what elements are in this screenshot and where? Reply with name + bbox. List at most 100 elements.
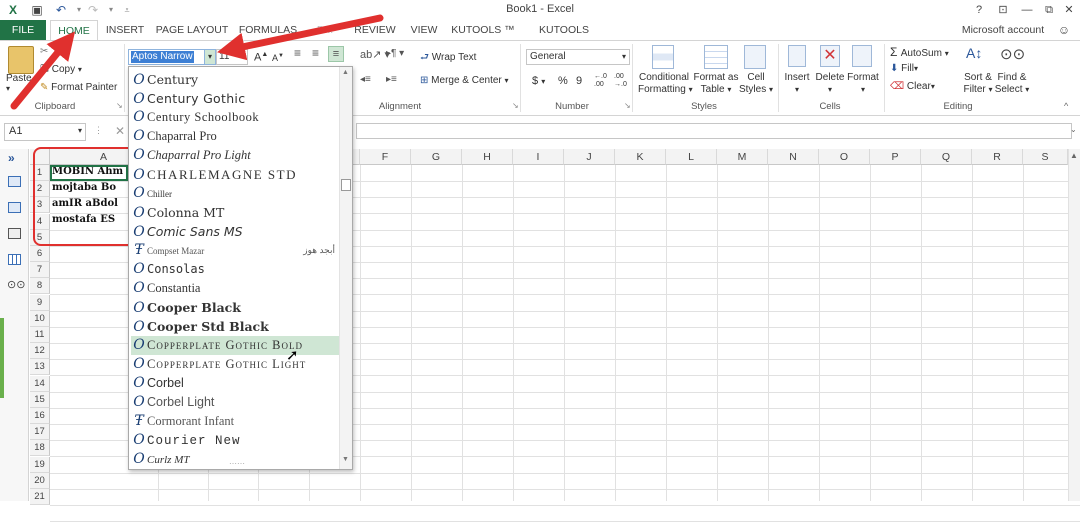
column-header-r[interactable]: R: [972, 149, 1023, 165]
tab-formulas[interactable]: FORMULAS: [238, 20, 298, 40]
sort-filter-button[interactable]: Sort & Filter ▾: [960, 72, 996, 96]
collapse-ribbon-icon[interactable]: ^: [1064, 101, 1068, 111]
help-button[interactable]: ?: [968, 2, 990, 18]
autotext-icon[interactable]: [8, 202, 21, 213]
font-option[interactable]: O Chaparral Pro: [131, 127, 339, 146]
column-header-s[interactable]: S: [1023, 149, 1068, 165]
number-format-combobox[interactable]: General ▾: [526, 49, 630, 65]
column-header-n[interactable]: N: [768, 149, 819, 165]
font-option[interactable]: Ŧ Compset Mazar أبجد هوز: [131, 241, 339, 260]
font-option[interactable]: O Corbel Light: [131, 393, 339, 412]
format-painter-button[interactable]: ✎ Format Painter: [40, 82, 117, 93]
resize-grip-icon[interactable]: ⋯⋯: [229, 459, 245, 468]
user-avatar-icon[interactable]: ☺: [1052, 20, 1076, 40]
cut-button[interactable]: ✂: [40, 46, 48, 57]
align-top-icon[interactable]: ≡: [294, 46, 301, 60]
font-name-input[interactable]: Aptos Narrow: [131, 51, 194, 63]
sheet-vertical-scrollbar[interactable]: [1068, 149, 1080, 501]
clear-button[interactable]: ⌫ Clear▾: [890, 81, 935, 92]
row-header-19[interactable]: 19: [30, 456, 50, 473]
font-size-input[interactable]: 11: [219, 51, 229, 62]
decrease-decimal-button[interactable]: .00 →.0: [614, 73, 630, 89]
column-header-o[interactable]: O: [819, 149, 870, 165]
font-name-dropdown-icon[interactable]: ▾: [204, 49, 216, 65]
column-header-l[interactable]: L: [666, 149, 717, 165]
font-option[interactable]: O Colonna MT: [131, 203, 339, 222]
increase-indent-icon[interactable]: ▸≡: [386, 74, 397, 85]
paste-dropdown-icon[interactable]: ▾: [6, 84, 10, 93]
font-list-scrollbar[interactable]: ▲ ▼: [339, 67, 352, 469]
row-header-16[interactable]: 16: [30, 408, 50, 424]
row-header-18[interactable]: 18: [30, 440, 50, 457]
minimize-icon[interactable]: —: [1016, 2, 1038, 18]
paste-button[interactable]: Paste: [6, 73, 32, 84]
shrink-font-button[interactable]: A▼: [272, 53, 284, 63]
text-direction-icon[interactable]: ▸¶ ▾: [386, 48, 404, 59]
name-box-dropdown-icon[interactable]: ▾: [78, 126, 82, 135]
conditional-formatting-button[interactable]: Conditional Formatting ▾: [638, 72, 693, 96]
decrease-indent-icon[interactable]: ◂≡: [360, 74, 371, 85]
fill-button[interactable]: ⬇ Fill▾: [890, 63, 918, 74]
alignment-launcher-icon[interactable]: ↘: [512, 101, 519, 110]
font-option[interactable]: Ŧ Cormorant Infant: [131, 412, 339, 431]
tab-kutools-plus[interactable]: KUTOOLS PLUS: [524, 20, 604, 56]
column-header-f[interactable]: F: [360, 149, 411, 165]
tab-kutools[interactable]: KUTOOLS ™: [450, 20, 516, 40]
tab-data[interactable]: D...: [304, 20, 346, 40]
close-icon[interactable]: ✕: [1058, 2, 1080, 18]
column-header-i[interactable]: I: [513, 149, 564, 165]
row-header-20[interactable]: 20: [30, 472, 50, 489]
column-header-q[interactable]: Q: [921, 149, 972, 165]
font-list-scroll-thumb[interactable]: [341, 179, 351, 191]
column-list-icon[interactable]: [8, 254, 21, 265]
column-header-j[interactable]: J: [564, 149, 615, 165]
align-bottom-icon[interactable]: ≡: [328, 46, 344, 62]
row-header-14[interactable]: 14: [30, 375, 50, 392]
tab-review[interactable]: REVIEW: [352, 20, 398, 40]
column-header-p[interactable]: P: [870, 149, 921, 165]
row-header-8[interactable]: 8: [30, 278, 50, 295]
account-name[interactable]: Microsoft account: [956, 20, 1050, 40]
name-manager-icon[interactable]: [8, 228, 21, 239]
cancel-entry-icon[interactable]: ✕: [110, 123, 130, 139]
column-header-g[interactable]: G: [411, 149, 462, 165]
font-list-scroll-up-icon[interactable]: ▲: [342, 69, 349, 76]
number-launcher-icon[interactable]: ↘: [624, 101, 631, 110]
font-option[interactable]: O Cooper Std Black: [131, 317, 339, 336]
tab-insert[interactable]: INSERT: [104, 20, 146, 40]
clipboard-launcher-icon[interactable]: ↘: [116, 101, 123, 110]
column-header-m[interactable]: M: [717, 149, 768, 165]
font-option[interactable]: O Comic Sans MS: [131, 222, 339, 241]
font-option[interactable]: O Copperplate Gothic Bold: [131, 336, 339, 355]
pane-resize-handle[interactable]: [0, 318, 4, 398]
row-header-21[interactable]: 21: [30, 489, 50, 505]
merge-center-button[interactable]: ⊞ Merge & Center ▾: [420, 75, 509, 86]
wrap-text-button[interactable]: ⮐ Wrap Text: [420, 50, 476, 67]
row-header-7[interactable]: 7: [30, 262, 50, 279]
font-name-combobox[interactable]: Aptos Narrow: [128, 49, 214, 65]
increase-decimal-button[interactable]: ←.0 .00: [594, 73, 610, 89]
align-middle-icon[interactable]: ≡: [312, 46, 319, 60]
font-size-combobox[interactable]: 11 ▾: [216, 49, 248, 65]
expand-formula-bar-icon[interactable]: ⌄: [1070, 125, 1077, 134]
paste-icon[interactable]: [8, 46, 34, 74]
font-option[interactable]: O Constantia: [131, 279, 339, 298]
tab-file[interactable]: FILE: [0, 20, 46, 40]
font-option[interactable]: O Consolas: [131, 260, 339, 279]
grow-font-button[interactable]: A▲: [254, 51, 268, 64]
row-header-11[interactable]: 11: [30, 327, 50, 343]
workbook-sheets-icon[interactable]: [8, 176, 21, 187]
format-as-table-button[interactable]: Format as Table ▾: [692, 72, 740, 96]
tab-page-layout[interactable]: PAGE LAYOUT: [152, 20, 232, 40]
row-header-15[interactable]: 15: [30, 391, 50, 408]
scroll-up-icon[interactable]: ▲: [1070, 151, 1078, 160]
font-option[interactable]: O Century: [131, 70, 339, 89]
row-header-17[interactable]: 17: [30, 424, 50, 441]
row-header-12[interactable]: 12: [30, 343, 50, 360]
ribbon-display-options-icon[interactable]: ⊡: [992, 2, 1014, 18]
percent-button[interactable]: %: [558, 75, 568, 87]
row-header-10[interactable]: 10: [30, 310, 50, 327]
copy-button[interactable]: ❐ Copy ▾: [40, 64, 82, 75]
expand-pane-icon[interactable]: »: [8, 151, 15, 165]
currency-button[interactable]: $ ▾: [532, 75, 545, 87]
